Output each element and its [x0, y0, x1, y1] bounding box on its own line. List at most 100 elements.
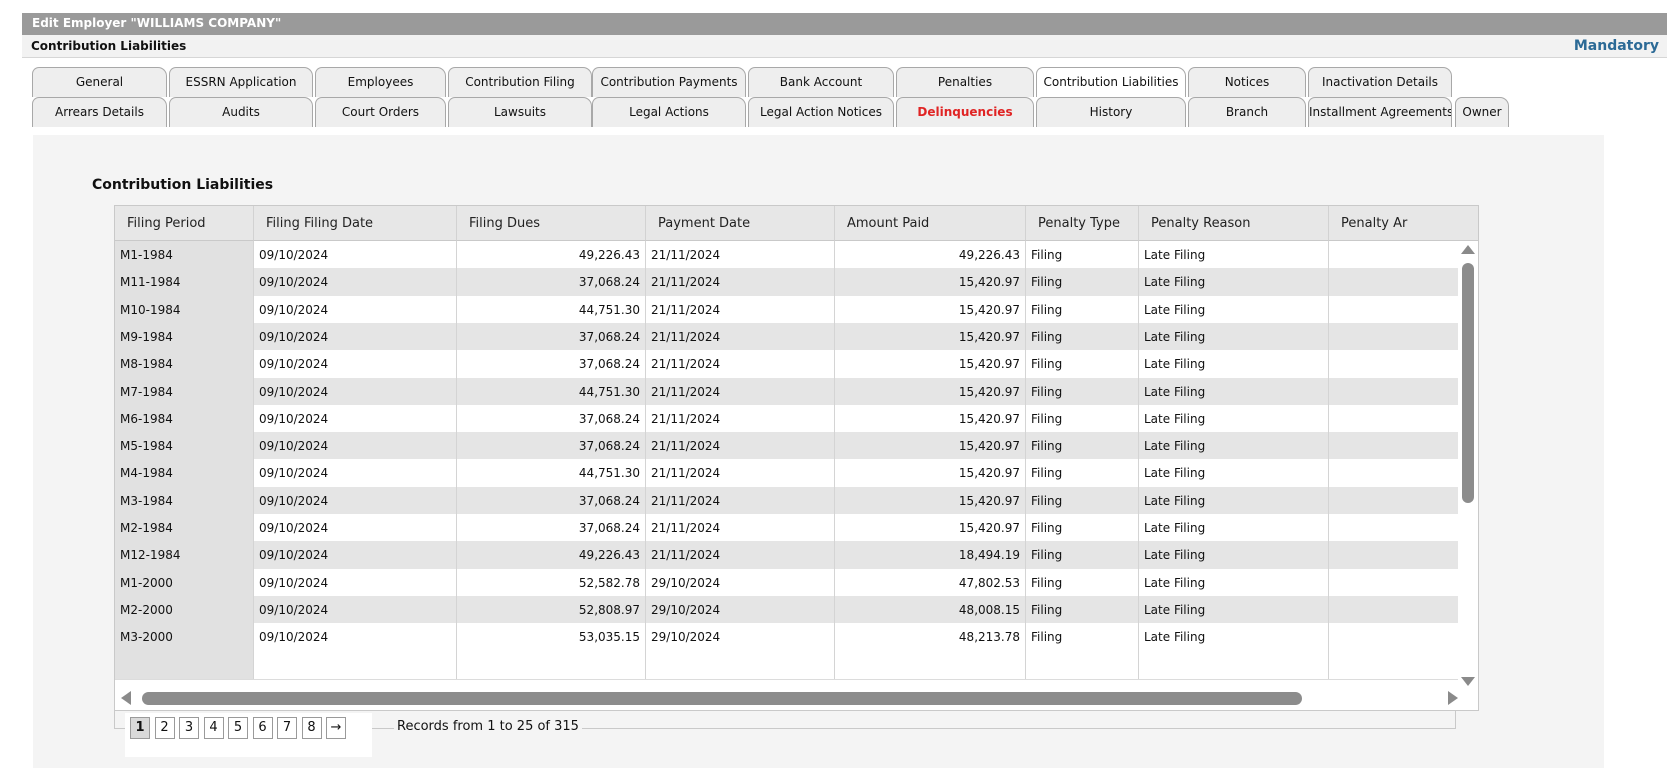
records-info: Records from 1 to 25 of 315: [394, 719, 582, 734]
tab-legal-action-notices[interactable]: Legal Action Notices: [748, 97, 894, 127]
cell-penalty-ar: [1329, 486, 1459, 515]
cell-penalty-type: Filing: [1026, 568, 1139, 597]
tab-lawsuits[interactable]: Lawsuits: [448, 97, 592, 127]
scroll-left-icon[interactable]: [121, 691, 131, 705]
cell-filing-dues: 37,068.24: [457, 432, 646, 461]
cell-filing-period: M10-1984: [115, 295, 254, 324]
cell-penalty-type: Filing: [1026, 322, 1139, 351]
cell-filing-period: M2-1984: [115, 514, 254, 542]
scroll-right-icon[interactable]: [1448, 691, 1458, 705]
table-row[interactable]: M1-1984 09/10/2024 49,226.43 21/11/2024 49,2…: [115, 241, 1459, 270]
cell-payment-date: 29/10/2024: [646, 595, 835, 624]
tab-arrears-details[interactable]: Arrears Details: [32, 97, 167, 127]
tab-row-1: General ESSRN Application Employees Contrib…: [32, 67, 1636, 97]
cell-penalty-ar: [1329, 568, 1459, 597]
section-header: Contribution Liabilities Mandatory: [22, 35, 1667, 58]
tab-contribution-liabilities[interactable]: Contribution Liabilities: [1036, 67, 1186, 97]
grid-body: M1-1984 09/10/2024 49,226.43 21/11/2024 49,2…: [115, 241, 1459, 688]
cell-filing-period: M1-2000: [115, 568, 254, 597]
horizontal-scroll-thumb[interactable]: [142, 692, 1302, 705]
next-page-button[interactable]: →: [326, 717, 346, 739]
column-header-penalty-type[interactable]: Penalty Type: [1026, 206, 1139, 241]
column-header-payment-date[interactable]: Payment Date: [646, 206, 835, 241]
table-row[interactable]: M11-1984 09/10/2024 37,068.24 21/11/2024 15,…: [115, 268, 1459, 298]
cell-penalty-type: Filing: [1026, 514, 1139, 542]
table-row[interactable]: M1-2000 09/10/2024 52,582.78 29/10/2024 47,8…: [115, 568, 1459, 598]
cell-payment-date: 21/11/2024: [646, 295, 835, 324]
cell-penalty-reason: Late Filing: [1139, 295, 1329, 324]
cell-penalty-type: Filing: [1026, 350, 1139, 379]
cell-penalty-reason: Late Filing: [1139, 404, 1329, 433]
tab-notices[interactable]: Notices: [1188, 67, 1306, 97]
column-header-penalty-reason[interactable]: Penalty Reason: [1139, 206, 1329, 241]
cell-payment-date: 21/11/2024: [646, 241, 835, 269]
cell-filing-dues: 44,751.30: [457, 295, 646, 324]
section-header-title: Contribution Liabilities: [31, 39, 187, 53]
horizontal-scrollbar[interactable]: [115, 686, 1478, 710]
table-row[interactable]: M4-1984 09/10/2024 44,751.30 21/11/2024 15,4…: [115, 459, 1459, 489]
cell-penalty-ar: [1329, 514, 1459, 542]
scroll-down-icon[interactable]: [1461, 677, 1475, 686]
vertical-scrollbar[interactable]: [1458, 241, 1478, 688]
column-header-filing-dues[interactable]: Filing Dues: [457, 206, 646, 241]
tab-legal-actions[interactable]: Legal Actions: [592, 97, 746, 127]
tab-audits[interactable]: Audits: [169, 97, 313, 127]
cell-empty: [1026, 650, 1139, 679]
page-button-4[interactable]: 4: [203, 717, 224, 739]
vertical-scroll-thumb[interactable]: [1462, 263, 1474, 503]
table-row[interactable]: M7-1984 09/10/2024 44,751.30 21/11/2024 15,4…: [115, 377, 1459, 407]
tab-bank-account[interactable]: Bank Account: [748, 67, 894, 97]
cell-filing-filing-date: 09/10/2024: [254, 322, 457, 351]
page-button-1[interactable]: 1: [130, 717, 150, 739]
scroll-up-icon[interactable]: [1461, 245, 1475, 254]
cell-filing-filing-date: 09/10/2024: [254, 459, 457, 488]
table-row[interactable]: M6-1984 09/10/2024 37,068.24 21/11/2024 15,4…: [115, 404, 1459, 434]
page-button-2[interactable]: 2: [154, 717, 175, 739]
page-button-7[interactable]: 7: [277, 717, 297, 739]
cell-penalty-ar: [1329, 595, 1459, 624]
column-header-amount-paid[interactable]: Amount Paid: [835, 206, 1026, 241]
cell-filing-filing-date: 09/10/2024: [254, 623, 457, 652]
table-row[interactable]: M2-2000 09/10/2024 52,808.97 29/10/2024 48,0…: [115, 595, 1459, 625]
cell-filing-dues: 37,068.24: [457, 486, 646, 515]
tab-installment-agreements[interactable]: Installment Agreements: [1308, 97, 1452, 127]
tab-contribution-filing[interactable]: Contribution Filing: [448, 67, 592, 97]
tab-delinquencies[interactable]: Delinquencies: [896, 97, 1034, 127]
column-header-filing-period[interactable]: Filing Period: [115, 206, 254, 241]
table-row[interactable]: M12-1984 09/10/2024 49,226.43 21/11/2024 18,…: [115, 541, 1459, 571]
column-header-filing-filing-date[interactable]: Filing Filing Date: [254, 206, 457, 241]
cell-amount-paid: 15,420.97: [835, 404, 1026, 433]
table-row[interactable]: M8-1984 09/10/2024 37,068.24 21/11/2024 15,4…: [115, 350, 1459, 380]
table-row[interactable]: M3-2000 09/10/2024 53,035.15 29/10/2024 48,2…: [115, 623, 1459, 653]
tab-owner[interactable]: Owner: [1455, 97, 1509, 127]
table-row[interactable]: M9-1984 09/10/2024 37,068.24 21/11/2024 15,4…: [115, 322, 1459, 352]
page-button-8[interactable]: 8: [301, 717, 322, 739]
page-button-3[interactable]: 3: [179, 717, 199, 739]
cell-filing-filing-date: 09/10/2024: [254, 568, 457, 597]
tab-branch[interactable]: Branch: [1188, 97, 1306, 127]
table-row[interactable]: M2-1984 09/10/2024 37,068.24 21/11/2024 15,4…: [115, 514, 1459, 543]
cell-empty: [254, 650, 457, 679]
mandatory-link[interactable]: Mandatory: [1574, 38, 1659, 54]
cell-filing-period: M4-1984: [115, 459, 254, 488]
column-header-penalty-ar[interactable]: Penalty Ar: [1329, 206, 1478, 241]
table-row[interactable]: M3-1984 09/10/2024 37,068.24 21/11/2024 15,4…: [115, 486, 1459, 516]
table-row[interactable]: M5-1984 09/10/2024 37,068.24 21/11/2024 15,4…: [115, 432, 1459, 462]
cell-penalty-type: Filing: [1026, 241, 1139, 269]
table-row[interactable]: M10-1984 09/10/2024 44,751.30 21/11/2024 15,…: [115, 295, 1459, 325]
tab-inactivation-details[interactable]: Inactivation Details: [1308, 67, 1452, 97]
tab-general[interactable]: General: [32, 67, 167, 97]
tab-penalties[interactable]: Penalties: [896, 67, 1034, 97]
employer-tabs: General ESSRN Application Employees Contrib…: [32, 58, 1636, 134]
tab-employees[interactable]: Employees: [315, 67, 446, 97]
cell-penalty-reason: Late Filing: [1139, 568, 1329, 597]
tab-court-orders[interactable]: Court Orders: [315, 97, 446, 127]
cell-filing-dues: 44,751.30: [457, 459, 646, 488]
page-button-6[interactable]: 6: [252, 717, 273, 739]
page-button-5[interactable]: 5: [228, 717, 248, 739]
cell-filing-filing-date: 09/10/2024: [254, 295, 457, 324]
tab-contribution-payments[interactable]: Contribution Payments: [592, 67, 746, 97]
tab-history[interactable]: History: [1036, 97, 1186, 127]
tab-essrn-application[interactable]: ESSRN Application: [169, 67, 313, 97]
cell-filing-dues: 37,068.24: [457, 322, 646, 351]
